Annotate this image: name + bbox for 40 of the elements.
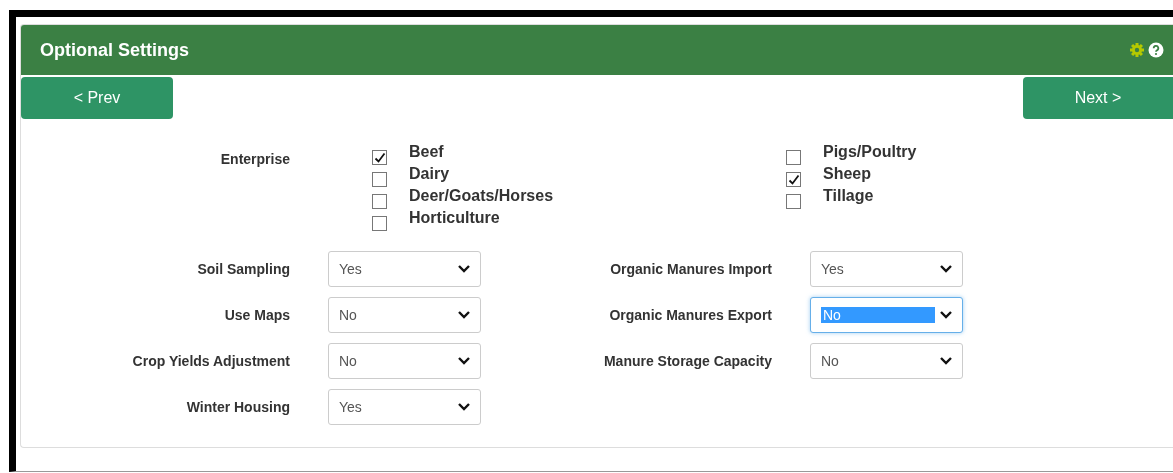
- chevron-down-icon: [457, 402, 471, 412]
- field-label: Soil Sampling: [196, 261, 290, 277]
- prev-button[interactable]: < Prev: [21, 77, 173, 119]
- checkbox-label: Beef: [409, 143, 444, 161]
- checkbox[interactable]: [786, 150, 801, 165]
- chevron-down-icon: [457, 264, 471, 274]
- select-field[interactable]: Yes: [328, 389, 481, 425]
- chevron-down-icon: [939, 356, 953, 366]
- checkbox-label: Tillage: [823, 187, 874, 205]
- checkbox[interactable]: [372, 172, 387, 187]
- chevron-down-icon: [457, 356, 471, 366]
- select-field[interactable]: No: [328, 297, 481, 333]
- field-label: Enterprise: [219, 150, 290, 169]
- chevron-down-icon: [457, 310, 471, 320]
- field-label: Organic Manures Import: [609, 261, 772, 277]
- checkbox[interactable]: [786, 172, 801, 187]
- checkbox-label: Horticulture: [409, 209, 500, 227]
- field-label: Organic Manures Export: [608, 307, 772, 323]
- panel-title: Optional Settings: [40, 39, 189, 61]
- next-button[interactable]: Next >: [1023, 77, 1173, 119]
- chevron-down-icon: [939, 310, 953, 320]
- checkbox-label: Deer/Goats/Horses: [409, 187, 554, 205]
- select-field[interactable]: No: [810, 343, 963, 379]
- checkbox[interactable]: [372, 194, 387, 209]
- field-label: Crop Yields Adjustment: [131, 353, 290, 369]
- select-field[interactable]: No: [328, 343, 481, 379]
- field-label: Use Maps: [223, 307, 290, 323]
- field-label: Manure Storage Capacity: [602, 353, 772, 369]
- checkbox[interactable]: [786, 194, 801, 209]
- checkbox-label: Pigs/Poultry: [823, 143, 917, 161]
- checkbox[interactable]: [372, 150, 387, 165]
- checkbox-label: Sheep: [823, 165, 871, 183]
- field-label: Winter Housing: [185, 399, 290, 415]
- chevron-down-icon: [939, 264, 953, 274]
- select-field[interactable]: Yes: [810, 251, 963, 287]
- checkbox-label: Dairy: [409, 165, 450, 183]
- select-field[interactable]: Yes: [328, 251, 481, 287]
- settings-icon[interactable]: [1129, 42, 1145, 58]
- checkbox[interactable]: [372, 216, 387, 231]
- help-icon[interactable]: [1148, 42, 1164, 58]
